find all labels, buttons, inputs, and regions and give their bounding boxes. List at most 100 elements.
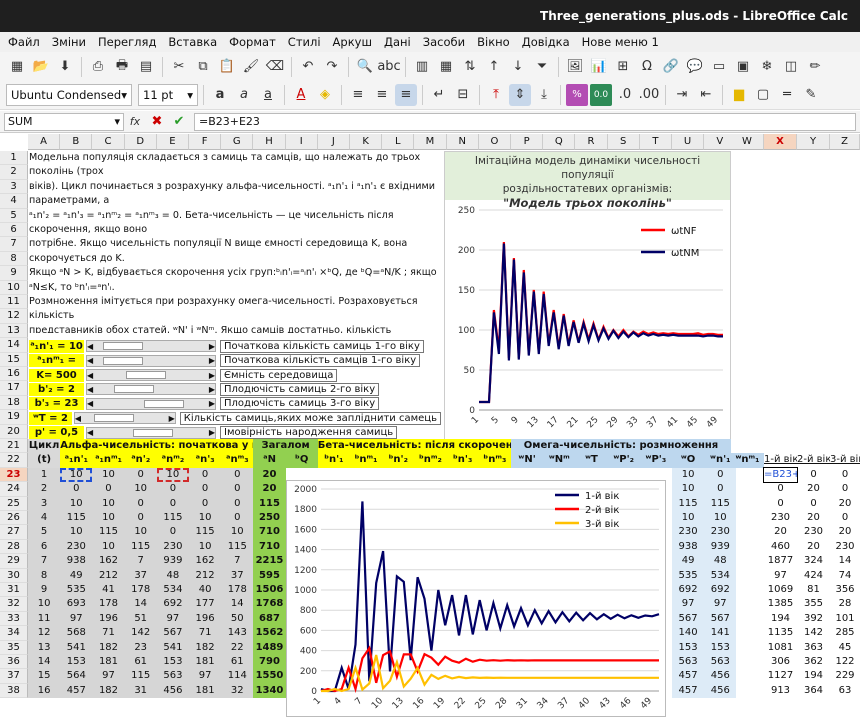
- alpha-cell[interactable]: 10: [189, 539, 222, 555]
- row-header-15[interactable]: 15: [0, 352, 28, 367]
- column-header-j[interactable]: J: [317, 134, 350, 150]
- alpha-cell[interactable]: 115: [60, 511, 93, 526]
- alpha-cell[interactable]: 0: [92, 482, 125, 497]
- insert-image-icon[interactable]: 🖼: [564, 56, 586, 78]
- alpha-cell[interactable]: 230: [60, 539, 93, 555]
- delete-decimal-icon[interactable]: .00: [638, 84, 660, 106]
- font-name-box[interactable]: Ubuntu Condensed ▾: [6, 83, 132, 106]
- row-header-19[interactable]: 19: [0, 410, 28, 425]
- row-header-3[interactable]: 3: [0, 179, 28, 195]
- omega-cell[interactable]: 535: [672, 568, 705, 583]
- omega-cell[interactable]: 692: [704, 583, 737, 598]
- total-n-cell[interactable]: 790: [253, 655, 286, 670]
- age-cell[interactable]: 1127: [764, 669, 797, 683]
- age-cell[interactable]: 74: [830, 569, 860, 583]
- age-cell[interactable]: 285: [830, 626, 860, 640]
- omega-cell[interactable]: 563: [672, 655, 705, 670]
- omega-cell[interactable]: 141: [704, 626, 737, 641]
- scrollbar-thumb[interactable]: [143, 399, 184, 408]
- row-header-34[interactable]: 34: [0, 626, 28, 641]
- alpha-cell[interactable]: 10: [92, 496, 125, 511]
- alpha-cell[interactable]: 162: [189, 554, 222, 569]
- alpha-cell[interactable]: 0: [60, 482, 93, 497]
- column-header-t[interactable]: T: [639, 134, 672, 150]
- age-cell[interactable]: 324: [797, 554, 830, 568]
- beta-subheader[interactable]: ᵇn'₁: [317, 453, 350, 468]
- alpha-cell[interactable]: 115: [124, 539, 157, 555]
- cycle-cell[interactable]: 9: [28, 583, 61, 598]
- total-n-cell[interactable]: 115: [253, 496, 286, 511]
- name-box[interactable]: SUM ▾: [4, 112, 124, 131]
- alpha-cell[interactable]: 0: [156, 525, 189, 540]
- cycle-cell[interactable]: 6: [28, 539, 61, 555]
- decrease-indent-icon[interactable]: ⇤: [695, 84, 717, 106]
- align-left-icon[interactable]: ≡: [347, 84, 369, 106]
- alpha-cell[interactable]: 0: [221, 496, 254, 511]
- row-header-16[interactable]: 16: [0, 367, 28, 382]
- hyperlink-icon[interactable]: 🔗: [660, 56, 682, 78]
- omega-cell[interactable]: 10: [672, 511, 705, 526]
- alpha-cell[interactable]: 10: [156, 467, 189, 483]
- parameter-scrollbar[interactable]: ◀ ▶: [86, 426, 216, 439]
- autofilter-icon[interactable]: ⏷: [531, 56, 553, 78]
- age-cell[interactable]: 0: [797, 468, 830, 482]
- define-print-area-icon[interactable]: ▣: [732, 56, 754, 78]
- wrap-text-icon[interactable]: ↵: [428, 84, 450, 106]
- alpha-cell[interactable]: 535: [60, 583, 93, 598]
- cycle-cell[interactable]: 11: [28, 611, 61, 627]
- row-header-1[interactable]: 1: [0, 151, 28, 166]
- age-cell[interactable]: 194: [797, 669, 830, 683]
- sort-descending-icon[interactable]: ↓: [507, 56, 529, 78]
- scrollbar-thumb[interactable]: [103, 356, 143, 365]
- omega-cell[interactable]: 938: [672, 539, 705, 555]
- alpha-cell[interactable]: 10: [60, 525, 93, 540]
- parameter-scrollbar[interactable]: ◀ ▶: [86, 383, 216, 396]
- menu-item-8[interactable]: Засоби: [419, 35, 473, 49]
- column-header-o[interactable]: O: [478, 134, 511, 150]
- omega-cell[interactable]: 10: [704, 511, 737, 526]
- column-header-n[interactable]: N: [446, 134, 479, 150]
- omega-cell[interactable]: 0: [704, 482, 737, 497]
- column-header-y[interactable]: Y: [797, 134, 830, 150]
- alpha-cell[interactable]: 71: [189, 626, 222, 641]
- alpha-cell[interactable]: 0: [221, 511, 254, 526]
- alpha-subheader[interactable]: ᵃnᵐ₃: [221, 453, 254, 468]
- alpha-subheader[interactable]: ᵃn'₂: [124, 453, 157, 468]
- total-n-cell[interactable]: 2215: [253, 554, 286, 569]
- arrow-right-icon[interactable]: ▶: [209, 342, 215, 351]
- alpha-cell[interactable]: 0: [189, 482, 222, 497]
- age-cell[interactable]: 20: [830, 525, 860, 539]
- alpha-cell[interactable]: 49: [60, 568, 93, 583]
- column-header-h[interactable]: H: [253, 134, 286, 150]
- alpha-subheader[interactable]: ᵃ₁nᵐ₁: [92, 453, 125, 468]
- cycle-cell[interactable]: 8: [28, 568, 61, 583]
- age-cell[interactable]: 142: [797, 626, 830, 640]
- alpha-cell[interactable]: 153: [60, 655, 93, 670]
- alpha-cell[interactable]: 97: [92, 669, 125, 684]
- menu-item-9[interactable]: Вікно: [473, 35, 518, 49]
- alpha-cell[interactable]: 10: [124, 525, 157, 540]
- alpha-cell[interactable]: 115: [124, 669, 157, 684]
- omega-cell[interactable]: 457: [672, 683, 705, 699]
- total-n-cell[interactable]: 1340: [253, 683, 286, 699]
- omega-cell[interactable]: 10: [672, 482, 705, 497]
- row-header-33[interactable]: 33: [0, 611, 28, 627]
- omega-cell[interactable]: 153: [704, 640, 737, 655]
- arrow-right-icon[interactable]: ▶: [209, 371, 215, 380]
- total-n-cell[interactable]: 595: [253, 568, 286, 583]
- export-pdf-icon[interactable]: ⎙: [87, 56, 109, 78]
- omega-subheader[interactable]: ʷT: [575, 453, 608, 468]
- alpha-cell[interactable]: 7: [221, 554, 254, 569]
- alpha-cell[interactable]: 564: [60, 669, 93, 684]
- omega-cell[interactable]: 115: [672, 496, 705, 511]
- background-color-icon[interactable]: ▆: [728, 84, 750, 106]
- age-cell[interactable]: 230: [764, 511, 797, 525]
- row-header-9[interactable]: 9: [0, 266, 28, 281]
- omega-cell[interactable]: 457: [672, 669, 705, 684]
- alpha-cell[interactable]: 0: [156, 482, 189, 497]
- menu-item-11[interactable]: Нове меню 1: [578, 35, 667, 49]
- highlight-icon[interactable]: ◈: [314, 84, 336, 106]
- alpha-cell[interactable]: 181: [92, 655, 125, 670]
- parameter-scrollbar[interactable]: ◀ ▶: [86, 369, 216, 381]
- column-header-q[interactable]: Q: [543, 134, 576, 150]
